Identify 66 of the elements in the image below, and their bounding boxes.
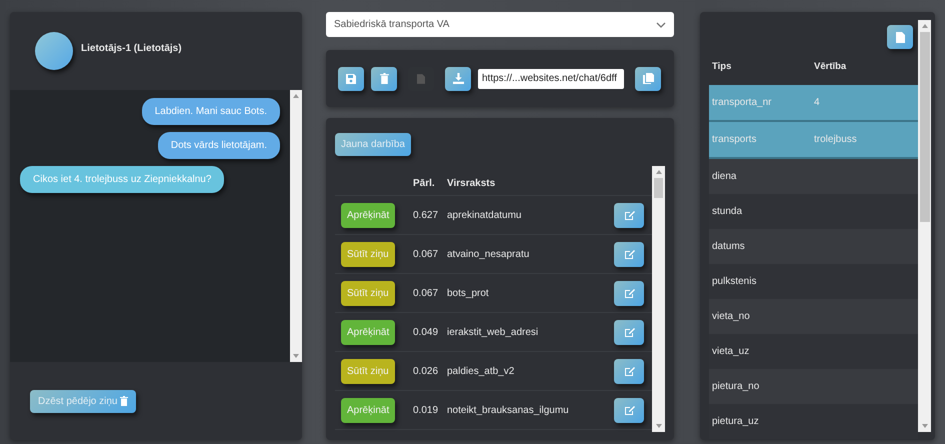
column-header: Virsraksts bbox=[447, 178, 496, 189]
score-cell-text: 0.026 bbox=[413, 366, 440, 376]
download-button[interactable] bbox=[445, 66, 471, 90]
title-cell-text: paldies_atb_v2 bbox=[447, 366, 516, 376]
score-cell-text: 0.627 bbox=[413, 210, 440, 220]
variable-name: datums bbox=[712, 241, 745, 252]
document-icon bbox=[417, 74, 425, 84]
trash-icon bbox=[120, 396, 128, 406]
url-field[interactable]: https://...websites.net/chat/6dff bbox=[478, 68, 624, 88]
edit-icon bbox=[624, 404, 634, 416]
scrollbar[interactable] bbox=[652, 166, 665, 432]
title-cell-text: atvaino_nesapratu bbox=[447, 248, 530, 260]
variable-name: diena bbox=[712, 171, 736, 182]
edit-button[interactable] bbox=[614, 280, 644, 306]
variable-name: transports bbox=[712, 134, 756, 145]
edit-button[interactable] bbox=[614, 358, 644, 384]
column-header: Tips bbox=[711, 60, 732, 72]
variable-value: trolejbuss bbox=[814, 134, 857, 145]
column-header: Pārl. bbox=[413, 178, 436, 189]
title-cell-text: bots_prot bbox=[447, 288, 490, 298]
title-cell-text: aprekinatdatumu bbox=[447, 210, 522, 220]
save-icon bbox=[346, 74, 356, 84]
variable-name: pietura_no bbox=[712, 381, 760, 392]
copy-button[interactable] bbox=[635, 66, 661, 90]
title-cell-text: ierakstit_web_adresi bbox=[447, 326, 540, 338]
edit-icon bbox=[624, 366, 634, 376]
edit-button[interactable] bbox=[614, 202, 644, 228]
edit-button[interactable] bbox=[614, 398, 644, 422]
document-icon bbox=[896, 32, 904, 42]
edit-icon bbox=[624, 326, 634, 338]
scenario-select[interactable]: Sabiedriskā transporta VA bbox=[326, 12, 674, 37]
edit-icon bbox=[624, 288, 634, 298]
score-cell-text: 0.019 bbox=[413, 404, 440, 416]
variable-name: vieta_no bbox=[712, 311, 750, 322]
copy-icon bbox=[642, 73, 654, 84]
variable-row[interactable]: vieta_no bbox=[709, 299, 918, 334]
variable-row[interactable]: pietura_no bbox=[709, 369, 918, 404]
trash-button[interactable] bbox=[371, 66, 397, 90]
variable-name: transporta_nr bbox=[712, 97, 772, 108]
variable-name: pietura_uz bbox=[712, 416, 759, 427]
variable-name: pulkstenis bbox=[712, 276, 756, 287]
title-cell-text: noteikt_brauksanas_ilgumu bbox=[447, 404, 570, 416]
edit-icon bbox=[624, 210, 634, 220]
column-header: Vērtība bbox=[814, 60, 848, 72]
chat-message: Labdien. Mani sauc Bots. bbox=[142, 98, 280, 125]
score-cell-text: 0.067 bbox=[413, 248, 440, 260]
variable-row[interactable]: datums bbox=[709, 229, 918, 264]
edit-icon bbox=[624, 248, 634, 260]
download-icon bbox=[452, 73, 464, 84]
score-cell-text: 0.067 bbox=[413, 288, 440, 298]
chat-message: Dots vārds lietotājam. bbox=[158, 132, 280, 159]
save-button[interactable] bbox=[338, 66, 364, 90]
score-cell-text: 0.049 bbox=[413, 326, 440, 338]
variable-value: 4 bbox=[814, 97, 820, 108]
scrollbar[interactable] bbox=[918, 20, 931, 432]
variable-name: stunda bbox=[712, 206, 742, 217]
variable-row[interactable]: diena bbox=[709, 159, 918, 194]
edit-button[interactable] bbox=[614, 242, 644, 266]
variable-name: vieta_uz bbox=[712, 346, 750, 357]
trash-icon bbox=[380, 73, 388, 84]
chat-message: Cikos iet 4. trolejbuss uz Ziepniekkalnu? bbox=[20, 166, 224, 193]
user-name: Lietotājs-1 (Lietotājs) bbox=[81, 42, 182, 54]
user-avatar bbox=[35, 32, 73, 70]
chevron-icon bbox=[656, 22, 666, 28]
scrollbar[interactable] bbox=[290, 90, 302, 362]
edit-button[interactable] bbox=[614, 320, 644, 344]
